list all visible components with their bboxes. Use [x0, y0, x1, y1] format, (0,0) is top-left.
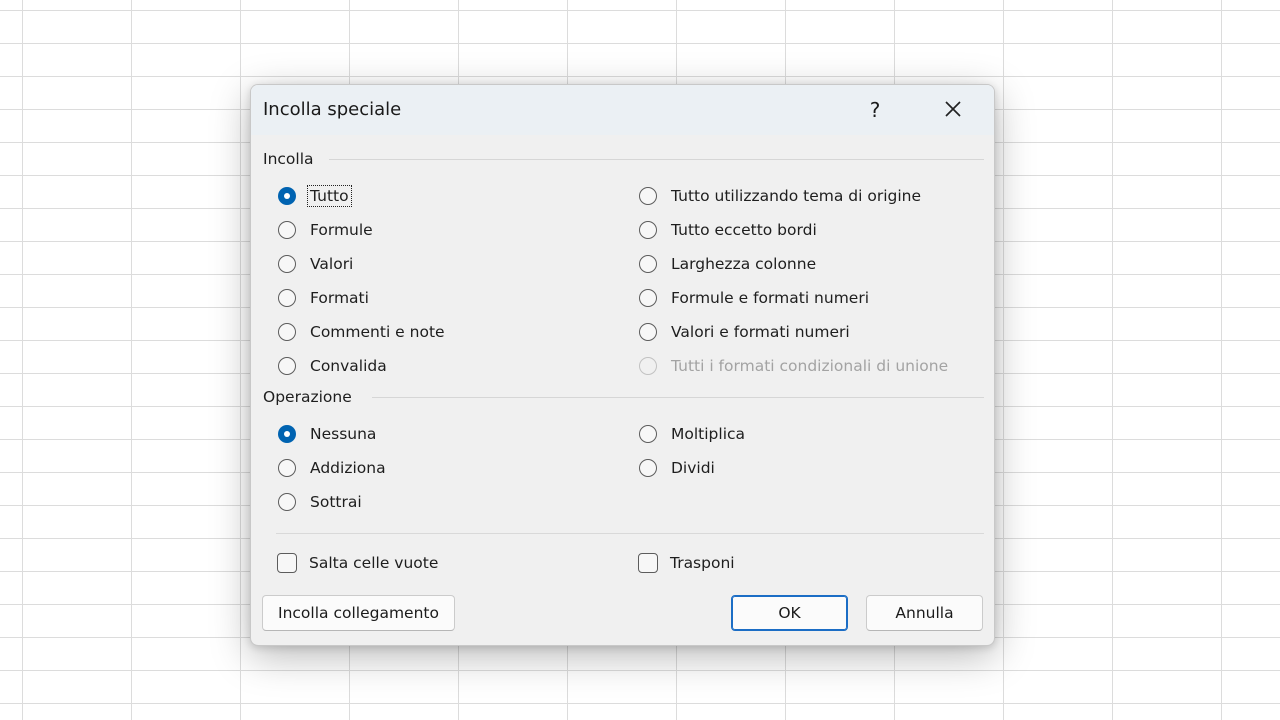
- checkbox-label: Trasponi: [670, 554, 735, 572]
- radio-label: Tutto: [307, 185, 352, 207]
- radio-button[interactable]: [639, 289, 657, 307]
- radio-button[interactable]: [278, 493, 296, 511]
- radio-button-disabled: [639, 357, 657, 375]
- radio-label: Dividi: [671, 459, 715, 477]
- radio-button[interactable]: [639, 255, 657, 273]
- radio-label: Tutti i formati condizionali di unione: [671, 357, 949, 375]
- radio-button[interactable]: [639, 459, 657, 477]
- radio-operation-divide[interactable]: Dividi: [639, 456, 715, 480]
- ok-button[interactable]: OK: [731, 595, 848, 631]
- section-divider: [276, 533, 984, 534]
- radio-operation-add[interactable]: Addiziona: [278, 456, 386, 480]
- paste-special-dialog: Incolla speciale ? Incolla Tutto Formule…: [250, 84, 995, 646]
- checkbox[interactable]: [277, 553, 297, 573]
- checkbox[interactable]: [638, 553, 658, 573]
- radio-label: Sottrai: [310, 493, 362, 511]
- radio-button[interactable]: [639, 221, 657, 239]
- radio-paste-comments[interactable]: Commenti e note: [278, 320, 445, 344]
- radio-paste-all-except-borders[interactable]: Tutto eccetto bordi: [639, 218, 817, 242]
- radio-button-selected[interactable]: [278, 425, 296, 443]
- radio-paste-merge-conditional-formats: Tutti i formati condizionali di unione: [639, 354, 948, 378]
- radio-label: Commenti e note: [310, 323, 445, 341]
- dialog-titlebar: Incolla speciale ?: [251, 85, 994, 135]
- checkbox-label: Salta celle vuote: [309, 554, 439, 572]
- close-icon[interactable]: [935, 94, 971, 126]
- radio-button[interactable]: [639, 425, 657, 443]
- radio-button-selected[interactable]: [278, 187, 296, 205]
- radio-label: Formule e formati numeri: [671, 289, 870, 307]
- operation-group-label: Operazione: [263, 388, 352, 406]
- radio-label: Valori: [310, 255, 354, 273]
- paste-group-label: Incolla: [263, 150, 314, 168]
- radio-button[interactable]: [278, 357, 296, 375]
- paste-group-divider: [329, 159, 984, 160]
- dialog-title: Incolla speciale: [263, 99, 402, 120]
- radio-paste-values-number-formats[interactable]: Valori e formati numeri: [639, 320, 850, 344]
- radio-button[interactable]: [639, 187, 657, 205]
- radio-label: Moltiplica: [671, 425, 746, 443]
- radio-button[interactable]: [278, 221, 296, 239]
- radio-label: Formati: [310, 289, 369, 307]
- radio-operation-multiply[interactable]: Moltiplica: [639, 422, 745, 446]
- radio-label: Tutto utilizzando tema di origine: [671, 187, 922, 205]
- radio-paste-formulas[interactable]: Formule: [278, 218, 373, 242]
- radio-button[interactable]: [278, 459, 296, 477]
- checkbox-skip-blanks[interactable]: Salta celle vuote: [277, 551, 438, 575]
- radio-paste-all[interactable]: Tutto: [278, 184, 352, 208]
- help-icon[interactable]: ?: [857, 94, 893, 126]
- radio-paste-all-source-theme[interactable]: Tutto utilizzando tema di origine: [639, 184, 921, 208]
- radio-button[interactable]: [278, 289, 296, 307]
- cancel-button[interactable]: Annulla: [866, 595, 983, 631]
- radio-label: Convalida: [310, 357, 387, 375]
- radio-paste-formulas-number-formats[interactable]: Formule e formati numeri: [639, 286, 869, 310]
- radio-operation-none[interactable]: Nessuna: [278, 422, 376, 446]
- radio-label: Addiziona: [310, 459, 386, 477]
- radio-paste-formats[interactable]: Formati: [278, 286, 369, 310]
- operation-group-divider: [372, 397, 984, 398]
- radio-label: Formule: [310, 221, 373, 239]
- radio-paste-validation[interactable]: Convalida: [278, 354, 387, 378]
- radio-label: Tutto eccetto bordi: [671, 221, 817, 239]
- paste-link-button[interactable]: Incolla collegamento: [262, 595, 455, 631]
- radio-button[interactable]: [278, 323, 296, 341]
- checkbox-transpose[interactable]: Trasponi: [638, 551, 735, 575]
- radio-operation-subtract[interactable]: Sottrai: [278, 490, 362, 514]
- radio-label: Larghezza colonne: [671, 255, 817, 273]
- radio-button[interactable]: [639, 323, 657, 341]
- radio-paste-column-widths[interactable]: Larghezza colonne: [639, 252, 816, 276]
- radio-paste-values[interactable]: Valori: [278, 252, 353, 276]
- radio-button[interactable]: [278, 255, 296, 273]
- radio-label: Nessuna: [310, 425, 377, 443]
- radio-label: Valori e formati numeri: [671, 323, 850, 341]
